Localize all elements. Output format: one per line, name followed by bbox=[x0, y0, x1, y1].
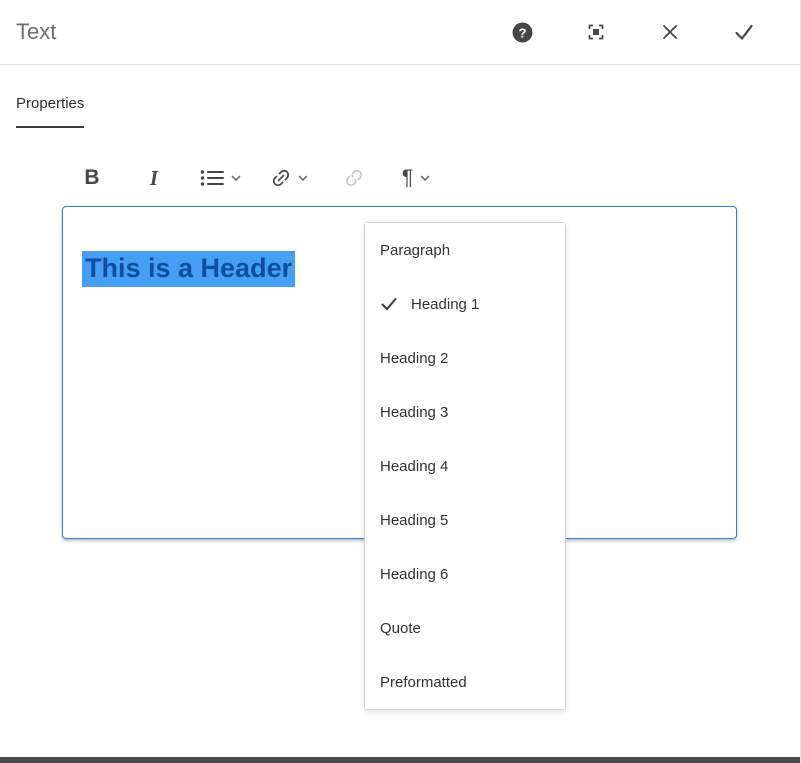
menu-item-paragraph[interactable]: Paragraph bbox=[365, 223, 565, 277]
svg-text:?: ? bbox=[518, 25, 526, 40]
menu-item-label: Heading 6 bbox=[380, 565, 449, 583]
confirm-button[interactable] bbox=[732, 20, 756, 44]
chevron-down-icon bbox=[231, 175, 241, 181]
menu-item-heading-2[interactable]: Heading 2 bbox=[365, 331, 565, 385]
format-menu: Paragraph Heading 1 Heading 2 Heading 3 … bbox=[364, 222, 566, 710]
list-button[interactable] bbox=[200, 169, 241, 187]
chevron-down-icon bbox=[420, 175, 430, 181]
bottom-bar bbox=[0, 757, 800, 763]
menu-item-heading-4[interactable]: Heading 4 bbox=[365, 439, 565, 493]
help-icon: ? bbox=[512, 22, 532, 42]
cancel-button[interactable] bbox=[658, 20, 682, 44]
text-component-dialog: Text ? Properties B I ¶ This is a Header… bbox=[0, 0, 801, 763]
header-actions: ? bbox=[510, 20, 756, 44]
help-button[interactable]: ? bbox=[510, 20, 534, 44]
menu-item-heading-3[interactable]: Heading 3 bbox=[365, 385, 565, 439]
check-icon bbox=[380, 295, 398, 313]
link-button[interactable] bbox=[271, 168, 308, 188]
chevron-down-icon bbox=[298, 175, 308, 181]
menu-item-heading-5[interactable]: Heading 5 bbox=[365, 493, 565, 547]
pilcrow-icon: ¶ bbox=[401, 166, 414, 189]
menu-item-label: Heading 2 bbox=[380, 349, 449, 367]
dialog-title: Text bbox=[16, 19, 57, 44]
italic-button[interactable]: I bbox=[138, 166, 170, 191]
paragraph-format-button[interactable]: ¶ bbox=[400, 166, 432, 190]
menu-item-label: Quote bbox=[380, 619, 421, 637]
unlink-button[interactable] bbox=[338, 168, 370, 188]
fullscreen-icon bbox=[588, 24, 604, 40]
menu-item-label: Paragraph bbox=[380, 241, 451, 259]
unlink-icon bbox=[345, 169, 363, 187]
bold-button[interactable]: B bbox=[76, 166, 108, 190]
menu-item-heading-1[interactable]: Heading 1 bbox=[365, 277, 565, 331]
bullet-list-icon bbox=[200, 170, 224, 186]
menu-item-label: Heading 3 bbox=[380, 403, 449, 421]
italic-icon: I bbox=[149, 165, 159, 190]
fullscreen-button[interactable] bbox=[584, 20, 608, 44]
bold-icon: B bbox=[84, 166, 100, 189]
menu-item-preformatted[interactable]: Preformatted bbox=[365, 655, 565, 709]
dialog-header: Text ? bbox=[0, 0, 800, 65]
menu-item-label: Heading 1 bbox=[411, 295, 480, 313]
menu-item-quote[interactable]: Quote bbox=[365, 601, 565, 655]
editor-selected-text: This is a Header bbox=[82, 251, 296, 287]
link-icon bbox=[272, 169, 290, 187]
menu-item-label: Preformatted bbox=[380, 673, 467, 691]
tab-properties[interactable]: Properties bbox=[16, 95, 85, 128]
tab-bar: Properties bbox=[0, 95, 800, 128]
checkmark-icon bbox=[735, 24, 753, 41]
menu-item-label: Heading 4 bbox=[380, 457, 449, 475]
close-icon bbox=[663, 25, 677, 39]
menu-item-label: Heading 5 bbox=[380, 511, 449, 529]
menu-item-heading-6[interactable]: Heading 6 bbox=[365, 547, 565, 601]
rte-toolbar: B I ¶ bbox=[0, 156, 800, 200]
